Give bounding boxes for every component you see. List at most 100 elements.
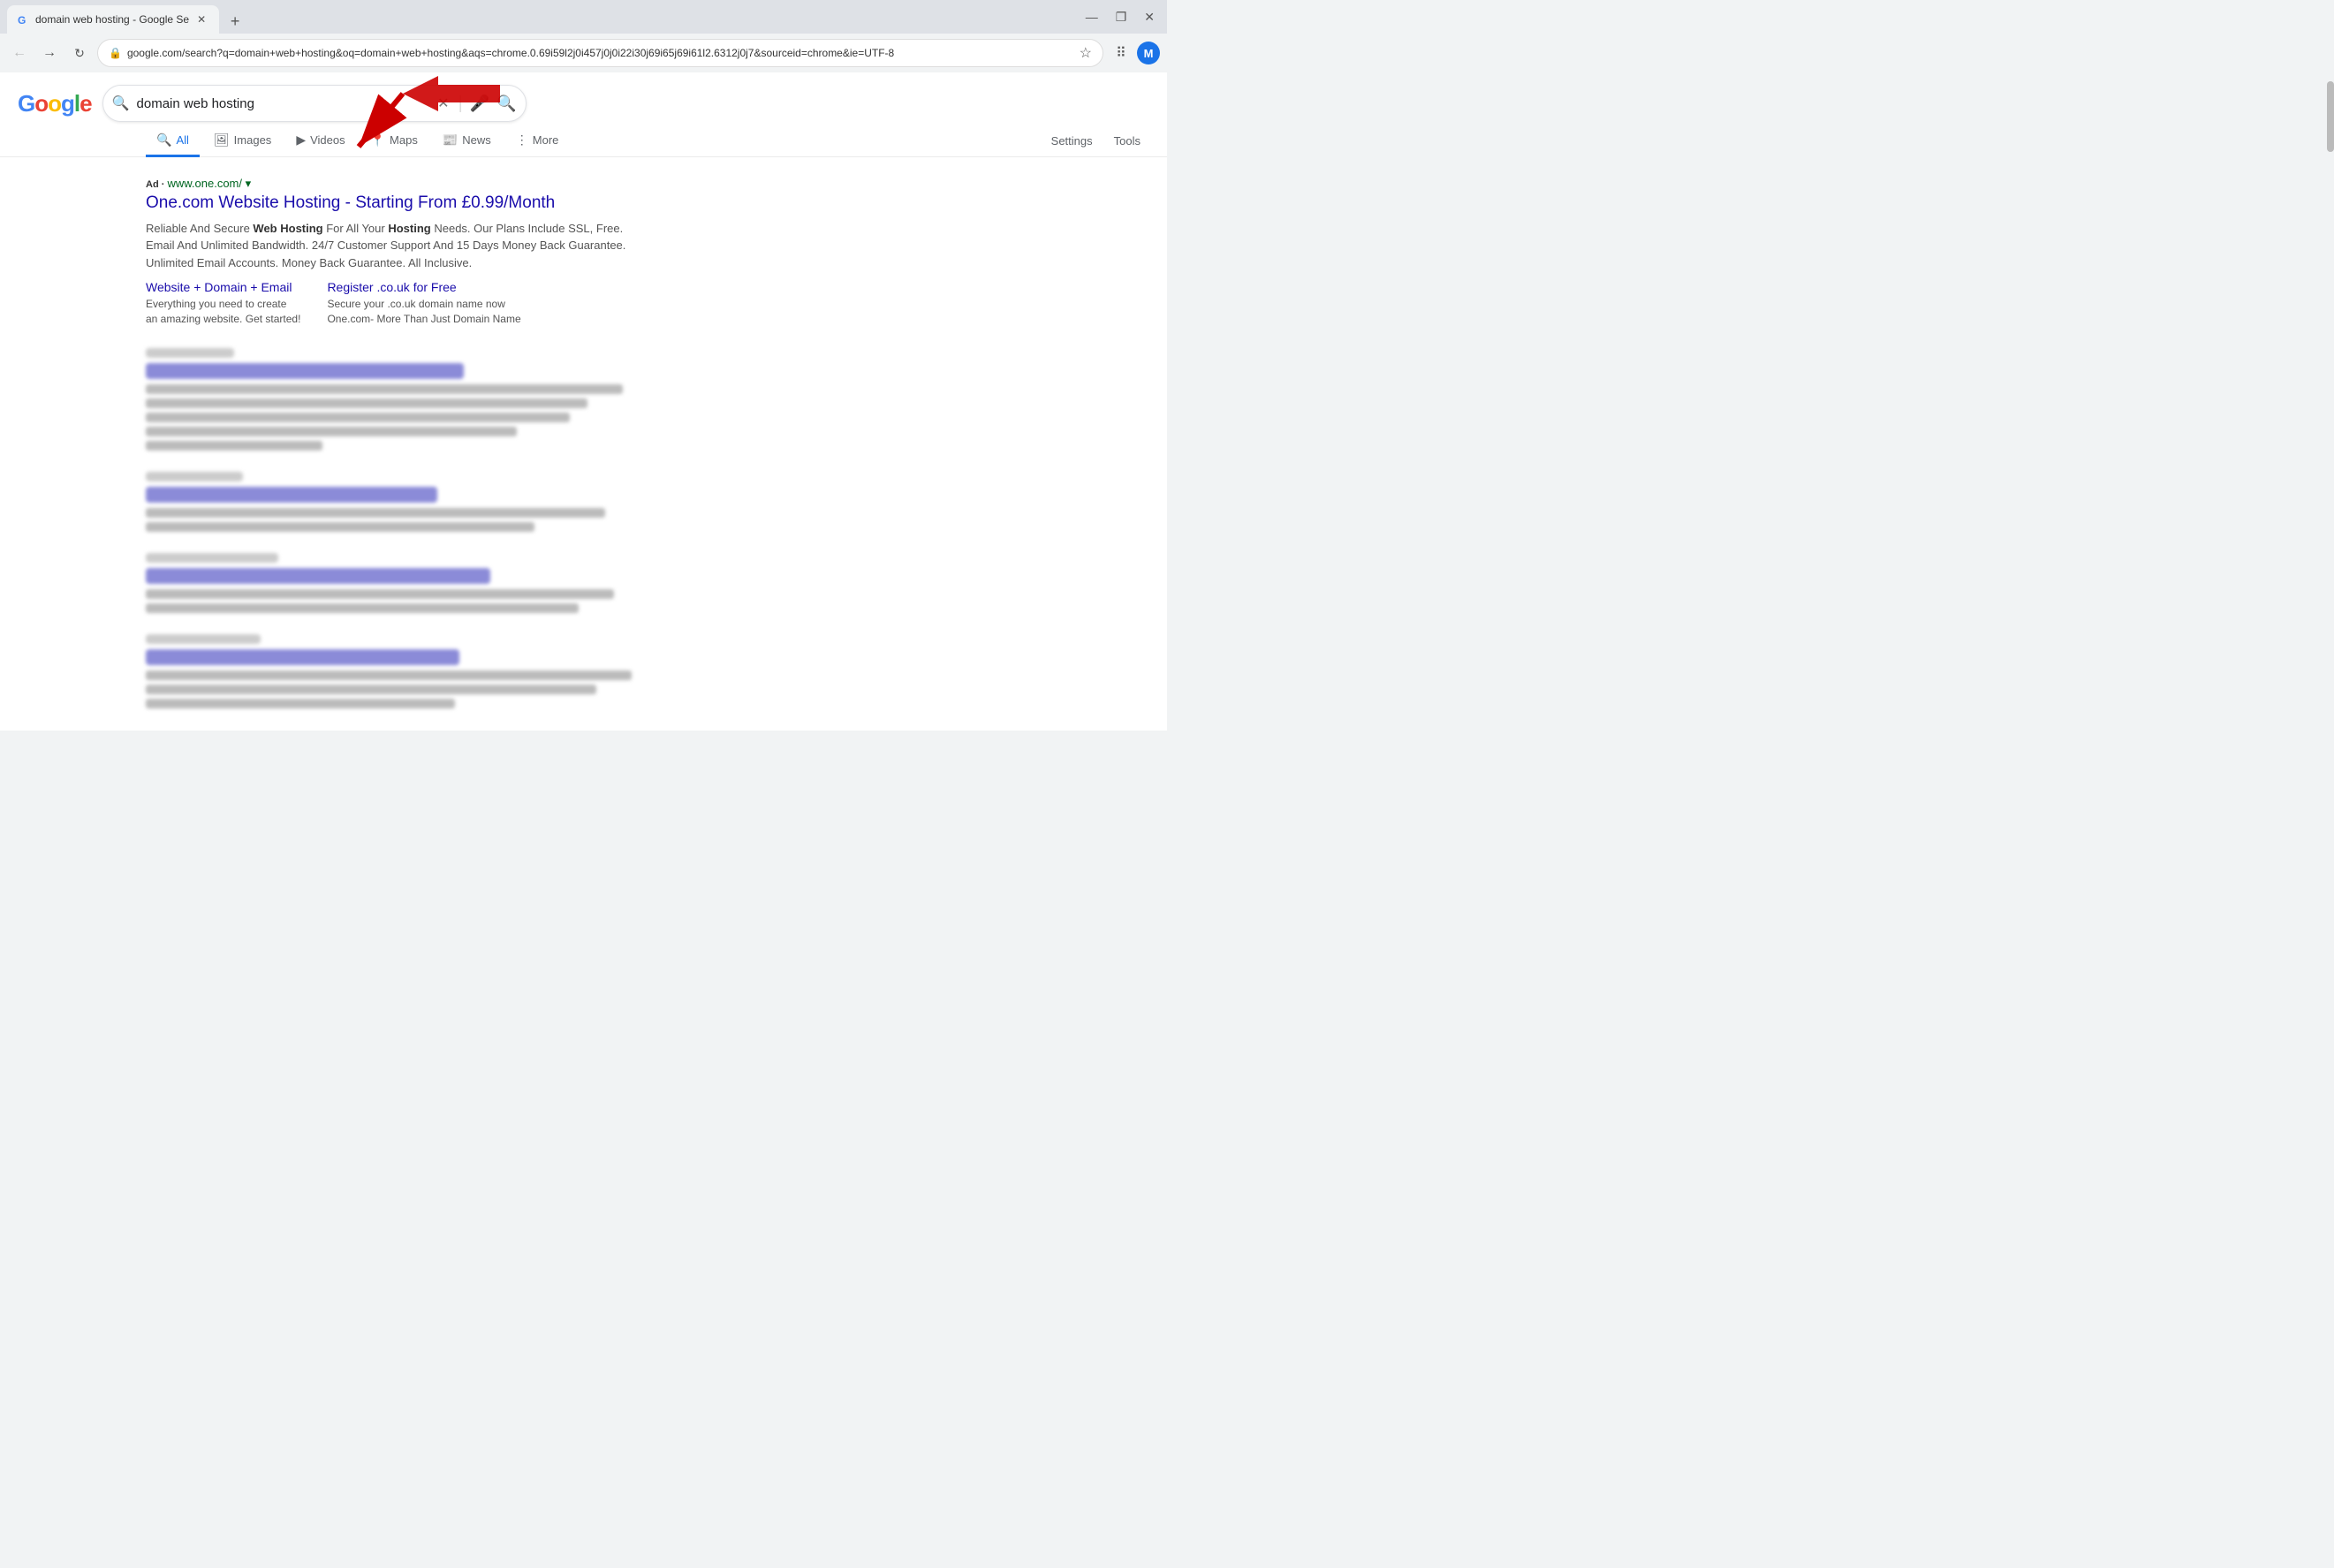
nav-right-icons: ⠿ M: [1109, 41, 1160, 65]
sitelink-1: Website + Domain + Email Everything you …: [146, 280, 300, 327]
profile-avatar[interactable]: M: [1137, 42, 1160, 64]
tab-favicon: G: [18, 13, 30, 26]
window-controls: — ❐ ✕: [1080, 8, 1160, 32]
blurred-text-1b: [146, 398, 587, 408]
page-content: Google 🔍 ✕ | 🎤 🔍: [0, 72, 1167, 731]
search-divider: |: [458, 94, 463, 114]
search-clear-icon[interactable]: ✕: [436, 93, 451, 114]
ad-url: www.one.com/ ▾: [167, 177, 251, 190]
videos-tab-label: Videos: [310, 133, 345, 147]
sitelink-2: Register .co.uk for Free Secure your .co…: [327, 280, 520, 327]
ad-snippet: Reliable And Secure Web Hosting For All …: [146, 220, 640, 272]
ad-result: Ad · www.one.com/ ▾ One.com Website Host…: [146, 177, 1149, 327]
google-header: Google 🔍 ✕ | 🎤 🔍: [0, 72, 1167, 122]
sitelink-2-desc: Secure your .co.uk domain name now One.c…: [327, 297, 520, 327]
blurred-result-3: [146, 553, 1149, 613]
maps-tab-label: Maps: [390, 133, 418, 147]
blurred-text-3a: [146, 589, 614, 599]
blurred-url-1: [146, 348, 234, 358]
blurred-text-4c: [146, 699, 455, 708]
blurred-title-1[interactable]: [146, 363, 464, 379]
svg-text:G: G: [18, 14, 26, 26]
scrollbar-thumb[interactable]: [2327, 81, 2334, 152]
search-tabs: 🔍 All 🖼 Images ▶ Videos 📍 Maps 📰 News ⋮ …: [0, 122, 1167, 157]
settings-tools-area: Settings Tools: [1042, 127, 1149, 155]
blurred-text-1d: [146, 427, 517, 436]
active-tab[interactable]: G domain web hosting - Google Se ✕: [7, 5, 219, 34]
ad-label: Ad · www.one.com/ ▾: [146, 177, 1149, 191]
blurred-result-2: [146, 472, 1149, 532]
grid-dots-icon: ⠿: [1116, 44, 1126, 62]
blurred-title-4[interactable]: [146, 649, 459, 665]
address-bar[interactable]: 🔒 google.com/search?q=domain+web+hosting…: [97, 39, 1103, 67]
close-button[interactable]: ✕: [1139, 8, 1160, 27]
new-tab-button[interactable]: +: [223, 9, 247, 34]
google-logo: Google: [18, 90, 92, 117]
tools-button[interactable]: Tools: [1105, 127, 1149, 155]
blurred-text-1c: [146, 413, 570, 422]
nav-bar: ← → ↻ 🔒 google.com/search?q=domain+web+h…: [0, 34, 1167, 72]
blurred-result-4: [146, 634, 1149, 708]
logo-o2: o: [48, 90, 61, 117]
search-box[interactable]: 🔍 ✕ | 🎤 🔍: [102, 85, 527, 122]
tab-news[interactable]: 📰 News: [432, 125, 502, 157]
minimize-button[interactable]: —: [1080, 8, 1103, 26]
search-submit-icon[interactable]: 🔍: [496, 95, 516, 113]
images-tab-label: Images: [234, 133, 272, 147]
blurred-text-4a: [146, 670, 632, 680]
snippet-text2: For All Your: [323, 222, 389, 235]
sitelink-2-title[interactable]: Register .co.uk for Free: [327, 280, 520, 294]
lock-icon: 🔒: [109, 47, 122, 59]
news-tab-label: News: [462, 133, 491, 147]
logo-e: e: [80, 90, 91, 117]
extensions-button[interactable]: ⠿: [1109, 41, 1133, 65]
blurred-title-2[interactable]: [146, 487, 437, 503]
address-text: google.com/search?q=domain+web+hosting&o…: [127, 47, 1074, 59]
blurred-url-2: [146, 472, 243, 481]
all-tab-icon: 🔍: [156, 133, 171, 148]
settings-button[interactable]: Settings: [1042, 127, 1102, 155]
voice-search-icon[interactable]: 🎤: [470, 95, 489, 113]
forward-arrow-icon: →: [42, 45, 57, 61]
all-tab-label: All: [176, 133, 188, 147]
scrollbar[interactable]: [2327, 72, 2334, 602]
refresh-button[interactable]: ↻: [67, 41, 92, 65]
results-area: Ad · www.one.com/ ▾ One.com Website Host…: [0, 157, 1167, 731]
sitelink-1-title[interactable]: Website + Domain + Email: [146, 280, 300, 294]
title-bar: G domain web hosting - Google Se ✕ + — ❐…: [0, 0, 1167, 34]
tab-videos[interactable]: ▶ Videos: [285, 125, 355, 157]
snippet-bold1: Web Hosting: [253, 222, 322, 235]
logo-g2: g: [61, 90, 74, 117]
bookmark-star-icon[interactable]: ☆: [1080, 44, 1092, 62]
browser-chrome: G domain web hosting - Google Se ✕ + — ❐…: [0, 0, 1167, 72]
logo-g: G: [18, 90, 34, 117]
snippet-bold2: Hosting: [388, 222, 430, 235]
maximize-button[interactable]: ❐: [1110, 8, 1133, 27]
refresh-icon: ↻: [74, 46, 85, 61]
search-box-icon: 🔍: [112, 95, 130, 112]
videos-tab-icon: ▶: [296, 133, 306, 148]
more-tab-label: More: [533, 133, 559, 147]
maps-tab-icon: 📍: [370, 133, 385, 148]
ad-title-link[interactable]: One.com Website Hosting - Starting From …: [146, 193, 1149, 215]
tab-maps[interactable]: 📍 Maps: [360, 125, 428, 157]
blurred-text-1a: [146, 384, 623, 394]
tab-more[interactable]: ⋮ More: [505, 125, 570, 157]
search-input[interactable]: [137, 96, 429, 111]
back-button[interactable]: ←: [7, 41, 32, 65]
blurred-result-1: [146, 348, 1149, 451]
blurred-text-2b: [146, 522, 534, 532]
tab-title: domain web hosting - Google Se: [35, 13, 189, 26]
blurred-title-3[interactable]: [146, 568, 490, 584]
blurred-text-3b: [146, 603, 579, 613]
tab-close-button[interactable]: ✕: [194, 12, 208, 27]
images-tab-icon: 🖼: [214, 133, 230, 148]
search-annotation-container: 🔍 ✕ | 🎤 🔍: [102, 85, 527, 122]
tab-images[interactable]: 🖼 Images: [203, 125, 282, 157]
forward-button[interactable]: →: [37, 41, 62, 65]
news-tab-icon: 📰: [443, 133, 458, 148]
more-tab-icon: ⋮: [516, 133, 528, 148]
tab-bar: G domain web hosting - Google Se ✕ +: [7, 5, 247, 34]
blurred-url-4: [146, 634, 261, 644]
tab-all[interactable]: 🔍 All: [146, 125, 200, 157]
